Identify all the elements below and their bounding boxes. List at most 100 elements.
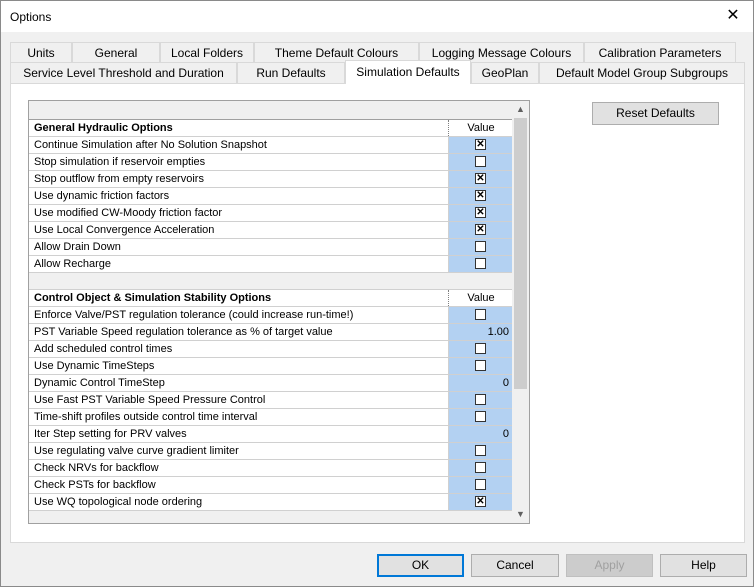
tab-run-defaults[interactable]: Run Defaults [237,62,345,83]
option-value-cell[interactable] [449,239,513,255]
options-dialog: Options ✕ Units General Local Folders Theme… [0,0,754,587]
unchecked-checkbox[interactable] [475,479,486,490]
option-row[interactable]: Use Fast PST Variable Speed Pressure Con… [29,392,513,409]
option-value-cell[interactable] [449,358,513,374]
option-row[interactable]: Stop outflow from empty reservoirs ✕ [29,171,513,188]
checked-checkbox[interactable]: ✕ [475,224,486,235]
option-value-cell[interactable] [449,477,513,493]
tab-general[interactable]: General [72,42,160,63]
option-label: Allow Recharge [29,256,449,272]
apply-button[interactable]: Apply [566,554,653,577]
cancel-button[interactable]: Cancel [471,554,559,577]
option-value-cell[interactable] [449,256,513,272]
option-value-cell[interactable]: ✕ [449,171,513,187]
tab-units[interactable]: Units [10,42,72,63]
option-row[interactable]: Dynamic Control TimeStep 0 [29,375,513,392]
unchecked-checkbox[interactable] [475,343,486,354]
option-value-cell[interactable]: ✕ [449,222,513,238]
tab-simulation-defaults[interactable]: Simulation Defaults [345,60,471,84]
option-value[interactable]: 0 [503,426,509,442]
option-label: Use Fast PST Variable Speed Pressure Con… [29,392,449,408]
option-row[interactable]: Continue Simulation after No Solution Sn… [29,137,513,154]
unchecked-checkbox[interactable] [475,309,486,320]
option-row[interactable]: Time-shift profiles outside control time… [29,409,513,426]
help-button[interactable]: Help [660,554,747,577]
checked-checkbox[interactable]: ✕ [475,207,486,218]
scroll-thumb[interactable] [514,118,527,389]
option-row[interactable]: Use WQ topological node ordering ✕ [29,494,513,511]
option-row[interactable]: Enforce Valve/PST regulation tolerance (… [29,307,513,324]
option-value-cell[interactable] [449,341,513,357]
checked-checkbox[interactable]: ✕ [475,139,486,150]
section-title: Control Object & Simulation Stability Op… [29,290,449,306]
tab-geoplan[interactable]: GeoPlan [471,62,539,83]
grid-header-strip [29,101,513,120]
option-label: Use regulating valve curve gradient limi… [29,443,449,459]
option-row[interactable]: Stop simulation if reservoir empties [29,154,513,171]
option-label: Add scheduled control times [29,341,449,357]
option-row[interactable]: Use regulating valve curve gradient limi… [29,443,513,460]
value-column-header: Value [449,120,513,136]
option-row[interactable]: Check NRVs for backflow [29,460,513,477]
unchecked-checkbox[interactable] [475,156,486,167]
ok-button[interactable]: OK [377,554,464,577]
unchecked-checkbox[interactable] [475,411,486,422]
option-row[interactable]: Use Local Convergence Acceleration ✕ [29,222,513,239]
scroll-up-icon[interactable]: ▲ [512,101,529,118]
tab-service-level-threshold-and-duration[interactable]: Service Level Threshold and Duration [10,62,237,83]
section-header: Control Object & Simulation Stability Op… [29,290,513,307]
option-value-cell[interactable]: 1.00 [449,324,513,340]
tab-calibration-parameters[interactable]: Calibration Parameters [584,42,736,63]
option-label: Stop outflow from empty reservoirs [29,171,449,187]
unchecked-checkbox[interactable] [475,258,486,269]
option-value-cell[interactable] [449,154,513,170]
option-value-cell[interactable] [449,460,513,476]
option-value-cell[interactable] [449,443,513,459]
option-value-cell[interactable] [449,392,513,408]
option-value-cell[interactable] [449,409,513,425]
option-value-cell[interactable]: 0 [449,426,513,442]
tab-default-model-group-subgroups[interactable]: Default Model Group Subgroups [539,62,745,83]
close-icon[interactable]: ✕ [723,6,743,26]
option-row[interactable]: Allow Recharge [29,256,513,273]
grid-rows: General Hydraulic Options Value Continue S… [29,120,513,511]
unchecked-checkbox[interactable] [475,241,486,252]
vertical-scrollbar[interactable]: ▲ ▼ [512,101,529,523]
tab-local-folders[interactable]: Local Folders [160,42,254,63]
unchecked-checkbox[interactable] [475,445,486,456]
unchecked-checkbox[interactable] [475,394,486,405]
reset-defaults-button[interactable]: Reset Defaults [592,102,719,125]
option-value[interactable]: 1.00 [488,324,509,340]
checked-checkbox[interactable]: ✕ [475,496,486,507]
option-row[interactable]: Use Dynamic TimeSteps [29,358,513,375]
option-value-cell[interactable]: ✕ [449,494,513,510]
checked-checkbox[interactable]: ✕ [475,190,486,201]
option-label: PST Variable Speed regulation tolerance … [29,324,449,340]
option-label: Continue Simulation after No Solution Sn… [29,137,449,153]
option-row[interactable]: Iter Step setting for PRV valves 0 [29,426,513,443]
option-value-cell[interactable] [449,307,513,323]
option-value-cell[interactable]: 0 [449,375,513,391]
option-row[interactable]: Use dynamic friction factors ✕ [29,188,513,205]
option-value-cell[interactable]: ✕ [449,205,513,221]
option-label: Use WQ topological node ordering [29,494,449,510]
option-label: Time-shift profiles outside control time… [29,409,449,425]
option-label: Use modified CW-Moody friction factor [29,205,449,221]
option-row[interactable]: Add scheduled control times [29,341,513,358]
tab-row-2: Service Level Threshold and Duration Run … [10,60,745,84]
scroll-down-icon[interactable]: ▼ [512,506,529,523]
option-label: Check NRVs for backflow [29,460,449,476]
option-value-cell[interactable]: ✕ [449,137,513,153]
title-bar: Options ✕ [1,1,753,32]
option-row[interactable]: Use modified CW-Moody friction factor ✕ [29,205,513,222]
unchecked-checkbox[interactable] [475,462,486,473]
option-row[interactable]: Check PSTs for backflow [29,477,513,494]
option-value-cell[interactable]: ✕ [449,188,513,204]
options-grid: General Hydraulic Options Value Continue S… [28,100,530,524]
option-row[interactable]: PST Variable Speed regulation tolerance … [29,324,513,341]
section-header: General Hydraulic Options Value [29,120,513,137]
option-value[interactable]: 0 [503,375,509,391]
checked-checkbox[interactable]: ✕ [475,173,486,184]
unchecked-checkbox[interactable] [475,360,486,371]
option-row[interactable]: Allow Drain Down [29,239,513,256]
